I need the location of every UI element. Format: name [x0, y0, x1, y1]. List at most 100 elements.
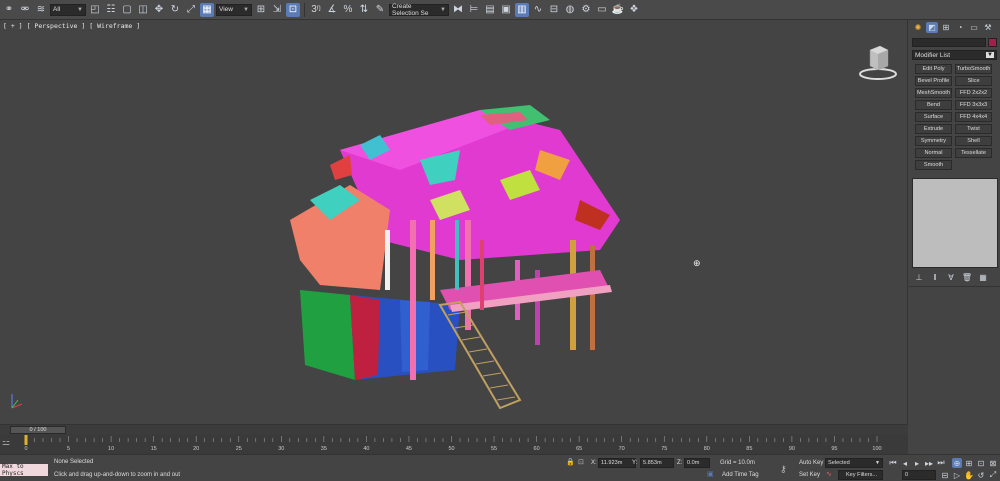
set-key-button[interactable]: Set Key	[799, 472, 820, 478]
y-coordinate-field[interactable]: 5.853m	[640, 458, 674, 468]
modifier-button[interactable]: Bevel Profile	[915, 76, 952, 86]
object-name-input[interactable]	[912, 38, 986, 47]
select-by-name-icon[interactable]: ☷	[104, 3, 118, 17]
hut-wireframe-model[interactable]	[280, 90, 640, 420]
perspective-viewport[interactable]: [ + ] [ Perspective ][ Wireframe ] ⊕	[0, 20, 908, 424]
viewport-shading-label[interactable]: [ Wireframe ]	[89, 22, 140, 30]
zoom-icon[interactable]: ⊕	[952, 458, 962, 468]
render-icon[interactable]: ☕	[611, 3, 625, 17]
lock-selection-icon[interactable]: 🔒	[566, 458, 575, 466]
modifier-button[interactable]: Tessellate	[955, 148, 992, 158]
modifier-button[interactable]: MeshSmooth	[915, 88, 952, 98]
modifier-button[interactable]: Twist	[955, 124, 992, 134]
key-mode-toggle-icon[interactable]: ⊟	[940, 470, 950, 480]
named-selection-dropdown[interactable]: Create Selection Se ▼	[389, 3, 449, 17]
current-frame-field[interactable]: 0	[902, 470, 936, 480]
key-filters-button[interactable]: Key Filters...	[838, 470, 883, 480]
modifier-button[interactable]: Bend	[915, 100, 952, 110]
make-unique-icon[interactable]: ∀	[946, 272, 956, 282]
auto-key-button[interactable]: Auto Key	[799, 460, 823, 466]
snap-icon[interactable]: 3ᵑ	[309, 3, 323, 17]
unlink-icon[interactable]: ⚮	[18, 3, 32, 17]
configure-sets-icon[interactable]: ▦	[978, 272, 988, 282]
previous-frame-icon[interactable]: ◂	[900, 458, 910, 468]
orbit-icon[interactable]: ↺	[976, 470, 986, 480]
modifier-button[interactable]: Smooth	[915, 160, 952, 170]
zoom-all-icon[interactable]: ⊞	[964, 458, 974, 468]
scale-icon[interactable]: ⤢	[184, 3, 198, 17]
scene-explorer-icon[interactable]: ▥	[515, 2, 529, 17]
keyboard-shortcut-icon[interactable]: ⇲	[270, 3, 284, 17]
window-crossing-icon[interactable]: ◫	[136, 3, 150, 17]
modifier-button[interactable]: Slice	[955, 76, 992, 86]
render-production-icon[interactable]: ❖	[627, 3, 641, 17]
key-icon[interactable]: ⚷	[780, 464, 787, 475]
show-end-result-icon[interactable]: ‖	[930, 272, 940, 282]
time-slider-thumb[interactable]: 0 / 100	[10, 426, 66, 434]
manipulate-icon[interactable]: ⊡	[286, 2, 300, 17]
modify-tab-icon[interactable]: ◩	[926, 21, 938, 33]
modifier-button[interactable]: Edit Poly	[915, 64, 952, 74]
angle-snap-icon[interactable]: ∡	[325, 3, 339, 17]
viewport-menu-plus[interactable]: [ + ]	[3, 22, 23, 30]
selection-filter-dropdown[interactable]: All ▼	[50, 3, 86, 16]
z-coordinate-field[interactable]: 0.0m	[684, 458, 710, 468]
modifier-button[interactable]: Normal	[915, 148, 952, 158]
link-icon[interactable]: ⚭	[2, 3, 16, 17]
rotate-icon[interactable]: ↻	[168, 3, 182, 17]
material-editor-icon[interactable]: ◍	[563, 3, 577, 17]
pin-stack-icon[interactable]: ⊥	[914, 272, 924, 282]
modifier-button[interactable]: Surface	[915, 112, 952, 122]
pan-icon[interactable]: ✋	[964, 470, 974, 480]
display-tab-icon[interactable]: ▭	[968, 22, 980, 33]
schematic-icon[interactable]: ⊟	[547, 3, 561, 17]
modifier-button[interactable]: Extrude	[915, 124, 952, 134]
play-icon[interactable]: ▸	[912, 458, 922, 468]
absolute-mode-icon[interactable]: ⊡	[578, 458, 584, 466]
default-tangents-icon[interactable]: ∿	[826, 470, 832, 478]
add-time-tag[interactable]: Add Time Tag	[722, 472, 759, 478]
remove-modifier-icon[interactable]: 🗑	[962, 272, 972, 282]
select-object-icon[interactable]: ◰	[88, 3, 102, 17]
hierarchy-tab-icon[interactable]: ⊞	[940, 22, 952, 33]
go-to-end-icon[interactable]: ⏭	[936, 458, 946, 468]
object-color-swatch[interactable]	[988, 38, 997, 47]
modifier-button[interactable]: TurboSmooth	[955, 64, 992, 74]
modifier-button[interactable]: FFD 2x2x2	[955, 88, 992, 98]
motion-tab-icon[interactable]: ◔	[954, 22, 966, 33]
go-to-start-icon[interactable]: ⏮	[888, 458, 898, 468]
ref-coord-dropdown[interactable]: View ▼	[216, 3, 252, 16]
modifier-button[interactable]: Symmetry	[915, 136, 952, 146]
create-tab-icon[interactable]: ✺	[912, 22, 924, 33]
next-frame-icon[interactable]: ▸▸	[924, 458, 934, 468]
viewcube-icon[interactable]	[858, 38, 898, 82]
key-mode-dropdown[interactable]: Selected ▼	[825, 458, 883, 468]
time-tag-icon[interactable]: ▣	[707, 470, 714, 478]
move-icon[interactable]: ✥	[152, 3, 166, 17]
mirror-icon[interactable]: ⧓	[451, 3, 465, 17]
modifier-list-dropdown[interactable]: Modifier List ▼	[912, 50, 997, 60]
ribbon-icon[interactable]: ▣	[499, 3, 513, 17]
layer-icon[interactable]: ▤	[483, 3, 497, 17]
align-icon[interactable]: ⊨	[467, 3, 481, 17]
time-slider[interactable]: 0 / 100	[0, 424, 908, 434]
curve-editor-icon[interactable]: ∿	[531, 3, 545, 17]
select-manipulate-icon[interactable]: ▦	[200, 2, 214, 17]
percent-snap-icon[interactable]: %	[341, 3, 355, 17]
render-frame-icon[interactable]: ▭	[595, 3, 609, 17]
modifier-button[interactable]: Shell	[955, 136, 992, 146]
track-bar[interactable]: ⚍ 0 5 10 15 20 25 30 35 40 45 50 55 60 65 70 75 80 85 90 95…	[0, 434, 908, 454]
current-frame-marker[interactable]	[24, 435, 28, 445]
utilities-tab-icon[interactable]: ⚒	[982, 22, 994, 33]
spinner-snap-icon[interactable]: ⇅	[357, 3, 371, 17]
maximize-viewport-icon[interactable]: ⤢	[988, 470, 998, 480]
modifier-stack-view[interactable]	[912, 178, 998, 268]
field-of-view-icon[interactable]: ▷	[952, 470, 962, 480]
zoom-extents-all-icon[interactable]: ⊠	[988, 458, 998, 468]
pivot-icon[interactable]: ⊞	[254, 3, 268, 17]
render-setup-icon[interactable]: ⚙	[579, 3, 593, 17]
modifier-button[interactable]: FFD 3x3x3	[955, 100, 992, 110]
viewport-view-label[interactable]: [ Perspective ]	[27, 22, 86, 30]
zoom-extents-icon[interactable]: ⊡	[976, 458, 986, 468]
rect-selection-icon[interactable]: ▢	[120, 3, 134, 17]
